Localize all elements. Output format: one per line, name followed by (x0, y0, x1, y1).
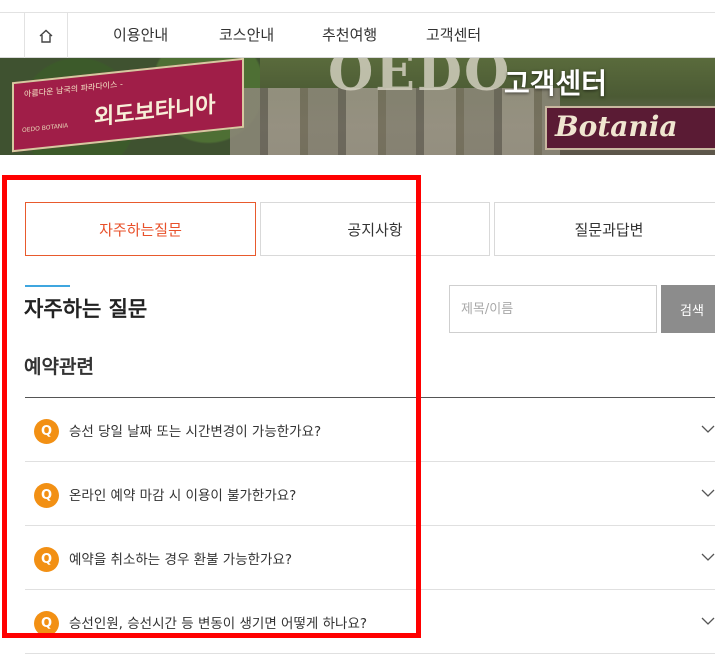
banner-sign-logo: OEDO BOTANIA (22, 122, 69, 135)
banner-botania-sign: Botania (545, 106, 715, 150)
home-button[interactable] (24, 13, 68, 58)
q-badge-icon: Q (34, 483, 59, 508)
category-heading: 예약관련 (24, 356, 94, 378)
page-title: 자주하는 질문 (24, 297, 148, 321)
search-button[interactable]: 검색 (661, 285, 715, 333)
home-icon (39, 29, 53, 43)
tab-qna[interactable]: 질문과답변 (494, 202, 715, 256)
chevron-down-icon (701, 425, 715, 433)
q-badge-icon: Q (34, 547, 59, 572)
faq-question: 온라인 예약 마감 시 이용이 불가한가요? (69, 488, 297, 504)
chevron-down-icon (701, 489, 715, 497)
title-accent-bar (25, 285, 70, 287)
faq-item[interactable]: Q 온라인 예약 마감 시 이용이 불가한가요? (25, 462, 715, 526)
hero-banner: OEDO 아름다운 남국의 파라다이스 - 외도보타니아 OEDO BOTANI… (0, 58, 715, 155)
faq-question: 승선 당일 날짜 또는 시간변경이 가능한가요? (69, 424, 322, 440)
search-input[interactable] (449, 285, 657, 333)
faq-question: 승선인원, 승선시간 등 변동이 생기면 어떻게 하나요? (69, 616, 368, 632)
chevron-down-icon (701, 617, 715, 625)
faq-item[interactable]: Q 승선 당일 날짜 또는 시간변경이 가능한가요? (25, 398, 715, 462)
chevron-down-icon (701, 553, 715, 561)
banner-sign-letters: OEDO (328, 58, 512, 103)
nav-item-usage-guide[interactable]: 이용안내 (113, 13, 168, 58)
banner-title: 고객센터 (504, 67, 608, 100)
faq-question: 예약을 취소하는 경우 환불 가능한가요? (69, 552, 293, 568)
top-nav: 이용안내 코스안내 추천여행 고객센터 (0, 12, 715, 58)
banner-botania-text: Botania (555, 110, 678, 143)
nav-item-customer-center[interactable]: 고객센터 (426, 13, 481, 58)
q-badge-icon: Q (34, 611, 59, 636)
q-badge-icon: Q (34, 419, 59, 444)
banner-sign-slogan: 아름다운 남국의 파라다이스 - (24, 79, 123, 99)
tab-notice[interactable]: 공지사항 (260, 202, 490, 256)
nav-item-course-guide[interactable]: 코스안내 (219, 13, 274, 58)
banner-sign-name: 외도보타니아 (94, 91, 216, 131)
faq-item[interactable]: Q 예약을 취소하는 경우 환불 가능한가요? (25, 526, 715, 590)
faq-item[interactable]: Q 승선인원, 승선시간 등 변동이 생기면 어떻게 하나요? (25, 590, 715, 654)
tab-faq[interactable]: 자주하는질문 (25, 202, 256, 256)
faq-list: Q 승선 당일 날짜 또는 시간변경이 가능한가요? Q 온라인 예약 마감 시… (25, 397, 715, 654)
nav-item-recommended-trip[interactable]: 추천여행 (322, 13, 377, 58)
